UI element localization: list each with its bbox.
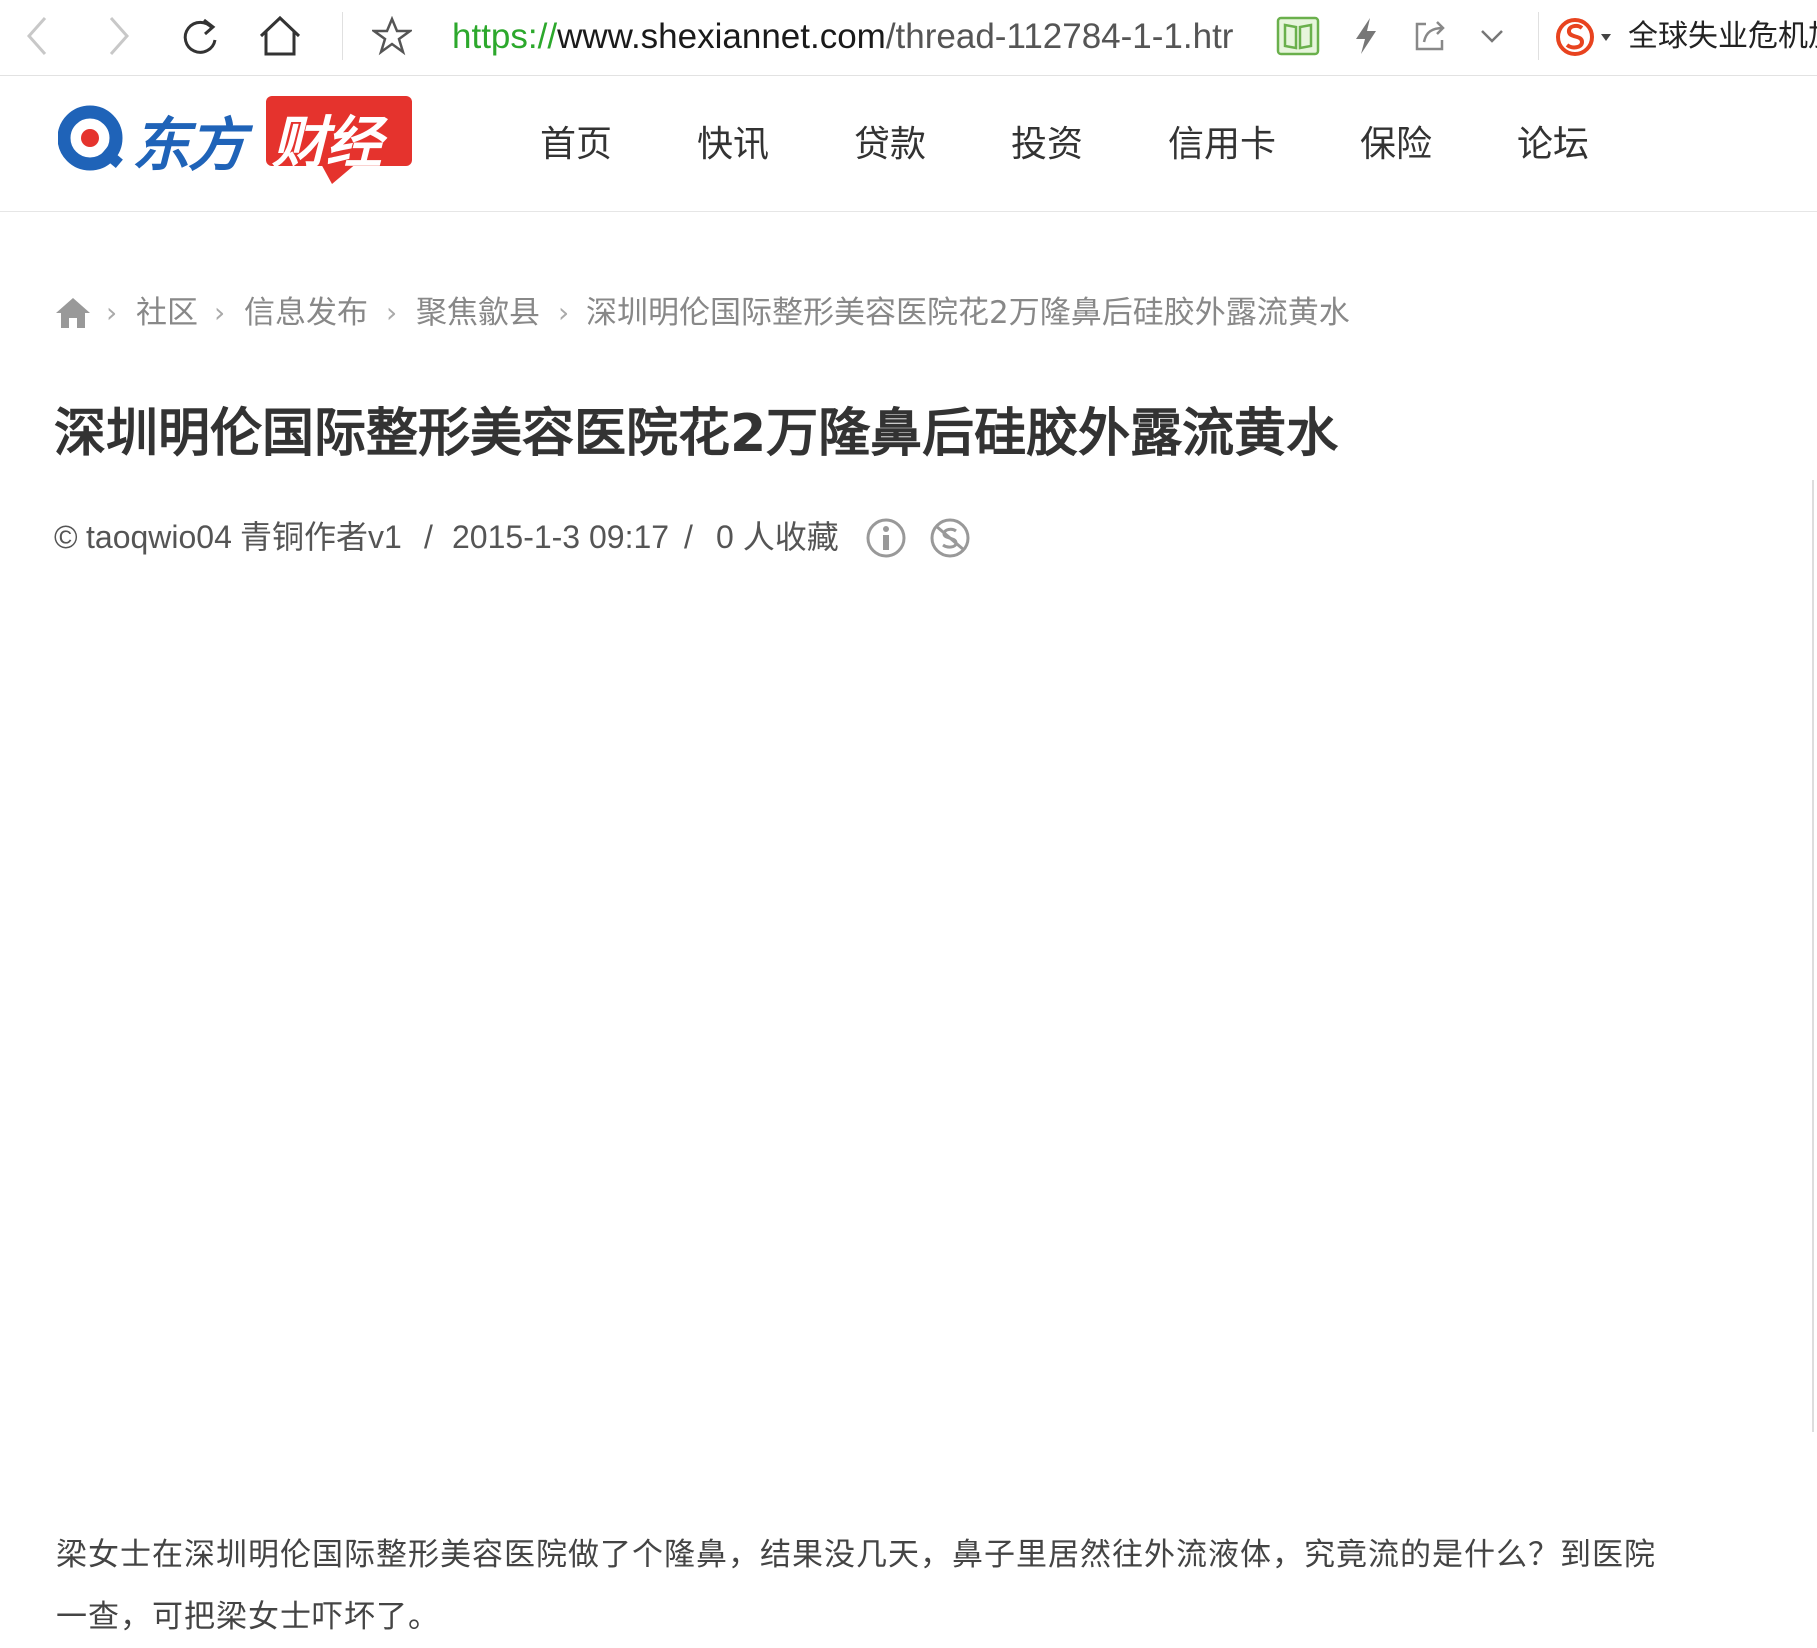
author-name[interactable]: taoqwio04 — [86, 512, 232, 562]
share-icon — [1415, 21, 1445, 51]
post-date: 2015-1-3 09:17 — [452, 519, 670, 555]
info-icon[interactable] — [864, 516, 908, 560]
share-button[interactable] — [1402, 8, 1458, 64]
bookmark-button[interactable] — [364, 8, 420, 64]
author-rank: 青铜作者v1 — [240, 519, 402, 555]
lightning-icon — [1356, 18, 1376, 54]
browser-toolbar: https://www.shexiannet.com/thread-112784… — [0, 0, 1817, 76]
reader-mode-button[interactable] — [1270, 8, 1326, 64]
site-header: 东方 财经 首页 快讯 贷款 投资 信用卡 保险 论坛 — [0, 76, 1817, 212]
favorites-count: 0 人收藏 — [716, 519, 839, 555]
nav-forum[interactable]: 论坛 — [1517, 120, 1589, 170]
breadcrumb-community[interactable]: 社区 — [136, 290, 198, 336]
forward-button[interactable] — [90, 8, 146, 64]
url-path: /thread-112784-1-1.htr — [885, 17, 1234, 56]
breadcrumb-separator: › — [214, 296, 226, 329]
breadcrumb-separator: › — [558, 296, 570, 329]
sogou-search-button[interactable] — [1555, 14, 1615, 60]
toolbar-divider — [342, 12, 343, 60]
chevron-down-icon — [1481, 30, 1503, 43]
home-icon — [259, 15, 301, 56]
nav-credit-card[interactable]: 信用卡 — [1168, 120, 1276, 170]
address-bar[interactable]: https://www.shexiannet.com/thread-112784… — [452, 12, 1242, 62]
breadcrumb-current-thread[interactable]: 深圳明伦国际整形美容医院花2万隆鼻后硅胶外露流黄水 — [586, 290, 1350, 336]
url-host: www.shexiannet.com — [557, 17, 886, 56]
logo-text-dongfang: 东方 — [132, 111, 246, 179]
reload-button[interactable] — [172, 8, 228, 64]
breadcrumb-focus-shexian[interactable]: 聚焦歙县 — [416, 290, 540, 336]
home-icon[interactable] — [54, 296, 92, 330]
breadcrumb-separator: › — [106, 296, 118, 329]
chevron-right-icon — [109, 17, 130, 55]
nav-insurance[interactable]: 保险 — [1360, 120, 1432, 170]
sogou-logo-icon — [1556, 18, 1611, 56]
book-icon — [1276, 16, 1320, 56]
home-button[interactable] — [252, 8, 308, 64]
speed-mode-button[interactable] — [1338, 8, 1394, 64]
back-button[interactable] — [10, 8, 66, 64]
star-icon — [372, 16, 412, 56]
breadcrumb-info-release[interactable]: 信息发布 — [244, 290, 368, 336]
author-copyright-mark: © — [54, 519, 78, 555]
logo-text-caijing: 财经 — [272, 111, 382, 176]
site-logo[interactable]: 东方 财经 — [58, 92, 414, 188]
url-scheme: https:// — [452, 17, 558, 56]
nav-investment[interactable]: 投资 — [1011, 120, 1083, 170]
no-copy-icon[interactable] — [928, 516, 972, 560]
more-dropdown-button[interactable] — [1464, 8, 1520, 64]
article-paragraph: 梁女士在深圳明伦国际整形美容医院做了个隆鼻，结果没几天，鼻子里居然往外流液体，究… — [56, 1537, 1656, 1635]
news-ticker[interactable]: 全球失业危机加 — [1628, 12, 1817, 62]
meta-separator: / — [424, 519, 433, 555]
chevron-left-icon — [26, 17, 47, 55]
nav-home[interactable]: 首页 — [540, 120, 612, 170]
nav-flash-news[interactable]: 快讯 — [697, 120, 769, 170]
meta-separator: / — [684, 519, 693, 555]
nav-loans[interactable]: 贷款 — [854, 120, 926, 170]
page-title: 深圳明伦国际整形美容医院花2万隆鼻后硅胶外露流黄水 — [54, 404, 1339, 464]
content-scrollbar-edge — [1812, 480, 1814, 1432]
reload-icon — [183, 18, 217, 54]
breadcrumb-separator: › — [386, 296, 398, 329]
toolbar-divider — [1538, 12, 1539, 60]
logo-q-icon — [58, 105, 123, 171]
